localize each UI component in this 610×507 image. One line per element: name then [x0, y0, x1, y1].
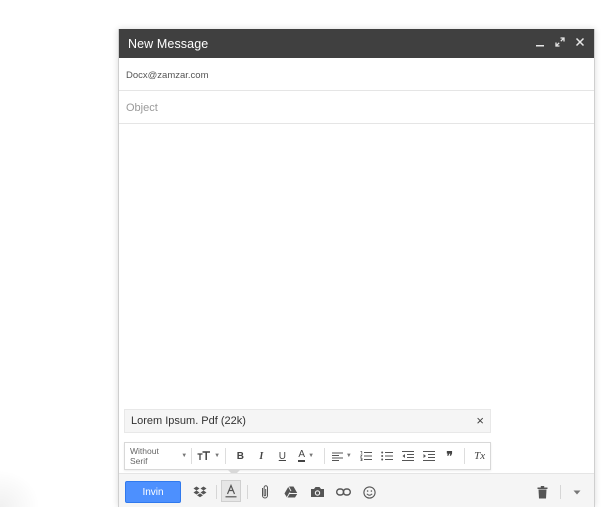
clear-formatting-icon: Tx — [474, 450, 486, 462]
minimize-icon[interactable] — [534, 35, 546, 49]
chevron-down-icon: ▼ — [308, 453, 315, 459]
quote-button[interactable]: ❞ — [439, 446, 460, 466]
underline-label: U — [278, 450, 286, 462]
indent-less-button[interactable] — [397, 446, 418, 466]
chevron-down-icon: ▼ — [345, 453, 352, 459]
font-family-select[interactable]: Without Serif ▼ — [130, 446, 187, 466]
indent-less-icon — [401, 451, 414, 461]
divider — [191, 448, 193, 464]
emoji-icon[interactable] — [360, 483, 378, 501]
expand-icon[interactable] — [554, 35, 566, 49]
numbered-list-button[interactable] — [355, 446, 376, 466]
divider — [464, 448, 466, 464]
formatting-icon[interactable] — [221, 480, 241, 502]
bulleted-list-icon — [380, 451, 393, 461]
remove-attachment-icon[interactable]: × — [476, 413, 484, 428]
divider — [247, 485, 248, 499]
font-size-select[interactable]: ▼ — [196, 446, 221, 466]
text-color-button[interactable]: A ▼ — [293, 446, 320, 466]
italic-button[interactable]: I — [251, 446, 272, 466]
bold-label: B — [236, 450, 245, 462]
indent-more-button[interactable] — [418, 446, 439, 466]
compose-window: New Message Docx@zamzar.com Object Lorem… — [118, 29, 595, 507]
chevron-down-icon: ▼ — [181, 453, 188, 459]
dropbox-icon[interactable] — [191, 483, 209, 501]
to-field[interactable]: Docx@zamzar.com — [119, 60, 594, 91]
indent-more-icon — [422, 451, 435, 461]
bold-button[interactable]: B — [230, 446, 251, 466]
align-left-icon — [331, 452, 343, 461]
chevron-down-icon: ▼ — [214, 453, 221, 459]
font-size-icon — [197, 451, 211, 460]
align-button[interactable]: ▼ — [329, 446, 356, 466]
font-family-label: Without Serif — [130, 446, 159, 466]
attachment-chip[interactable]: Lorem Ipsum. Pdf (22k) × — [124, 409, 491, 433]
attachment-name[interactable]: Lorem Ipsum. Pdf (22k) — [131, 415, 246, 427]
message-body[interactable] — [119, 124, 594, 404]
window-controls — [534, 35, 586, 49]
divider — [224, 448, 226, 464]
to-recipient[interactable]: Docx@zamzar.com — [126, 70, 209, 81]
clear-formatting-button[interactable]: Tx — [469, 446, 490, 466]
quote-icon: ❞ — [446, 449, 453, 463]
numbered-list-icon — [359, 451, 372, 461]
page-shadow — [0, 470, 40, 507]
divider — [323, 448, 325, 464]
send-button[interactable]: Invin — [125, 481, 181, 503]
attach-icon[interactable] — [256, 483, 274, 501]
divider — [216, 485, 217, 499]
link-icon[interactable] — [334, 483, 352, 501]
italic-label: I — [259, 450, 264, 462]
underline-button[interactable]: U — [272, 446, 293, 466]
trash-icon[interactable] — [533, 483, 551, 501]
compose-title: New Message — [128, 37, 209, 51]
bulleted-list-button[interactable] — [376, 446, 397, 466]
text-color-label: A — [298, 449, 306, 462]
drive-icon[interactable] — [282, 483, 300, 501]
subject-placeholder: Object — [126, 102, 158, 114]
more-options-icon[interactable] — [568, 483, 586, 501]
formatting-toolbar: Without Serif ▼ ▼ B I U A ▼ ▼ ❞ Tx — [124, 442, 491, 476]
divider — [560, 485, 561, 499]
compose-bottom-bar: Invin — [119, 473, 594, 507]
camera-icon[interactable] — [308, 483, 326, 501]
compose-titlebar[interactable]: New Message — [119, 29, 594, 58]
close-icon[interactable] — [574, 35, 586, 49]
subject-field[interactable]: Object — [119, 91, 594, 124]
